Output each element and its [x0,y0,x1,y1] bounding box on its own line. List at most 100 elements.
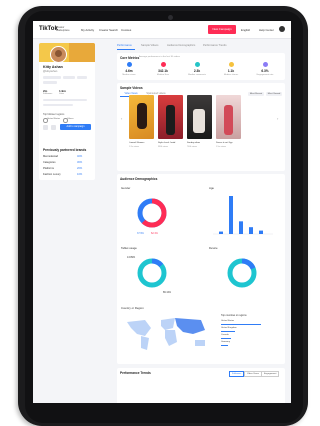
video-stats: 1.2m views [129,146,140,148]
perf-tab-engagement[interactable]: Engagement [261,371,280,377]
profile-divider [43,99,87,101]
age-title: Age [209,186,214,190]
audience-label: Top follower regions [43,113,65,116]
profile-cover-image [39,43,95,62]
video-caption: #mood #flowers [129,142,145,144]
brand-row-value: 10% [77,173,83,176]
brand-row-value: 40% [77,155,83,158]
tablet-usage-title: Tablet usage [121,246,137,250]
top-navigation: TikTok Creator Marketplace My Activity C… [33,21,291,39]
pill-most-recent[interactable]: Most Recent [248,92,264,96]
tablet-usage-a: 13.89% [127,256,136,259]
video-thumbnail[interactable] [187,95,212,139]
add-to-campaign-button[interactable]: Add to campaign [60,124,91,130]
video-thumbnail[interactable] [216,95,241,139]
age-bar [229,196,233,234]
metric-label: Median likes [156,74,170,76]
video-caption: Dance it out #fyp [216,142,233,144]
profile-tag [63,76,75,79]
tab-sample-videos[interactable]: Sample Videos [141,44,158,47]
profile-tag [43,81,57,84]
country-bar [221,323,261,325]
chevron-right-icon[interactable]: › [277,116,278,121]
brand-row-label: Platforms [43,167,54,170]
metric-label: Engagement rate [256,74,274,76]
new-campaign-button[interactable]: New Campaign [208,25,236,34]
tablet-usage-b: 86.11% [163,291,171,294]
core-metrics-subtitle: Average performance in the last 30 video… [139,56,180,58]
share-icon[interactable] [43,125,48,130]
perf-tab-views[interactable]: Video Views [244,371,262,377]
metric-icon [126,62,132,67]
radio-others-label: Others [67,118,74,120]
device-donut [227,258,257,288]
video-thumbnail[interactable] [158,95,183,139]
gender-male-value: 37.9% [137,232,144,235]
performance-title: Performance Trends [120,371,151,375]
country-bar [221,330,235,332]
bookmark-icon[interactable] [51,125,56,130]
nav-creator-search[interactable]: Creator Search [99,28,118,32]
audience-demographics-card: Audience Demographics Gender 37.9% 62.1%… [117,174,285,364]
user-avatar-icon[interactable] [279,26,285,32]
metric-label: Median shares [223,74,239,76]
followers-label: Followers [43,93,53,95]
profile-tag [77,76,87,79]
sample-videos-card: Sample Videos Video Views Sponsored vide… [117,83,285,171]
tab-trends[interactable]: Performance Trends [203,44,227,47]
nav-invoices[interactable]: Invoices [121,28,131,32]
creator-profile-card: Kitty Ashan @kittyashan 2m Followers 1.9… [39,43,95,155]
video-caption: Style check #ootd [158,142,176,144]
app-logo[interactable]: TikTok [39,26,58,32]
brand-row-value: 30% [77,161,83,164]
brand-row-label: Fashion Luxury [43,173,61,176]
chevron-left-icon[interactable]: ‹ [121,116,122,121]
profile-bio-line [43,104,73,106]
metric-icon [262,62,268,67]
brand-row-value: 20% [77,167,83,170]
video-caption: Sunday vibes [187,142,201,144]
metric-label: Median views [122,74,136,76]
partnered-brands-card: Previously partnered brands Mercedes/ad … [39,145,95,180]
metric-value: 342.1k [158,69,168,73]
brands-title: Previously partnered brands [43,148,87,152]
profile-tag [43,76,61,79]
audience-title: Audience Demographics [120,177,158,181]
pill-most-viewed[interactable]: Most Viewed [266,92,282,96]
metric-value: 4.6m [125,69,133,73]
metric-value: 2.3k [193,69,201,73]
brand-row-label: Categories [43,161,56,164]
age-bar [239,221,243,234]
metric-icon [194,62,200,67]
video-stats: 1.5m views [216,146,227,148]
age-bar [249,227,253,234]
tab-audience[interactable]: Audience Demographics [167,44,195,47]
performance-trends-card: Performance Trends Followers Video Views… [117,368,285,403]
world-map [127,318,205,350]
country-bar [221,344,228,346]
radio-us-label: United States [47,118,61,120]
camera-icon [168,15,173,20]
metric-label: Median comments [188,74,206,76]
perf-tab-followers[interactable]: Followers [229,371,245,377]
video-stats: 760k views [187,146,197,148]
language-selector[interactable]: English [241,28,250,32]
metric-icon [160,62,166,67]
age-bar [219,231,223,234]
nav-my-activity[interactable]: My Activity [81,28,94,32]
country-list-title: Top countries or regions [221,314,247,317]
video-thumbnail[interactable] [129,95,154,139]
gender-title: Gender [121,186,131,190]
section-tabs: Performance Sample Videos Audience Demog… [117,43,291,50]
device-title: Device [209,246,218,250]
core-metrics-title: Core Metrics [120,56,140,60]
active-tab-indicator [117,49,135,50]
help-center-link[interactable]: Help Center [259,28,274,32]
tablet-usage-donut [137,258,167,288]
tab-performance[interactable]: Performance [117,44,132,47]
gender-female-value: 62.1% [151,232,158,235]
video-stats: 980k views [158,146,168,148]
country-title: Country or Region [121,306,144,310]
core-metrics-card: Core Metrics Average performance in the … [117,53,285,80]
metric-icon [228,62,234,67]
